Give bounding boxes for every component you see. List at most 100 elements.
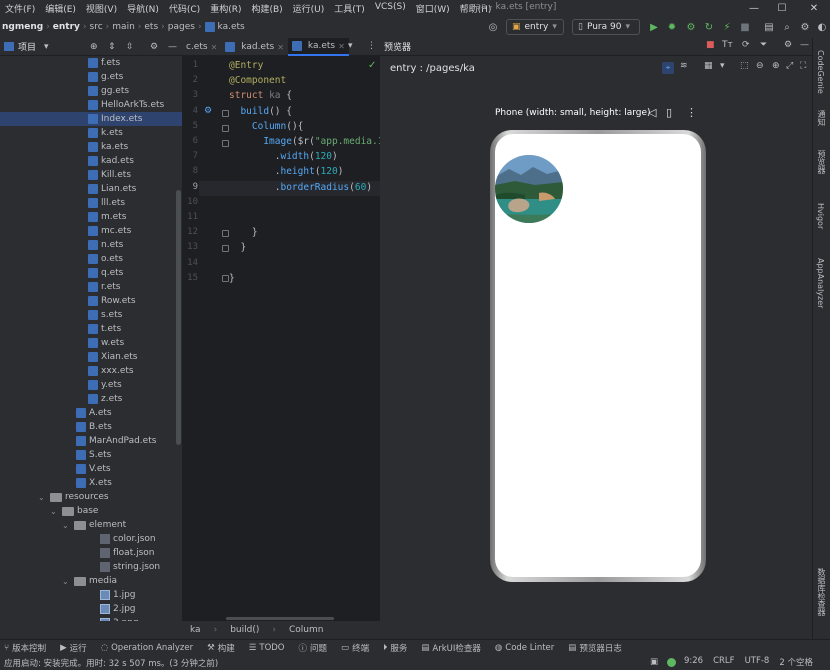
tree-item[interactable]: S.ets <box>0 448 182 462</box>
breadcrumb-item[interactable]: main <box>112 22 135 32</box>
status-ok-icon[interactable] <box>667 658 676 667</box>
tree-item[interactable]: t.ets <box>0 322 182 336</box>
tree-item[interactable]: A.ets <box>0 406 182 420</box>
breadcrumb-item[interactable]: Column <box>289 625 323 635</box>
tree-item[interactable]: color.json <box>0 532 182 546</box>
bottom-tool-button[interactable]: ▭ 终端 <box>341 642 369 654</box>
menu-item[interactable]: 运行(U) <box>288 2 330 15</box>
stop-icon[interactable]: ■ <box>738 20 752 34</box>
code-line[interactable]: } <box>229 227 258 238</box>
tree-item[interactable]: ⌄ media <box>0 574 182 588</box>
text-icon[interactable]: Tт <box>722 40 733 50</box>
grid-icon[interactable]: ▦ <box>704 61 713 71</box>
right-tool-label[interactable]: 通知 <box>816 110 827 126</box>
code-line[interactable]: Image($r("app.media.1 <box>229 136 380 147</box>
settings-icon[interactable]: ⚙ <box>798 20 812 34</box>
status-item[interactable]: UTF-8 <box>745 656 770 668</box>
tree-item[interactable]: 2.jpg <box>0 602 182 616</box>
tree-item[interactable]: mc.ets <box>0 224 182 238</box>
maximize-button[interactable]: ☐ <box>768 0 796 16</box>
bottom-tool-button[interactable]: ◍ Code Linter <box>495 643 554 653</box>
right-tool-label[interactable]: 数据库检查器 <box>816 568 827 616</box>
close-icon[interactable]: ✕ <box>211 43 218 52</box>
tree-item[interactable]: xxx.ets <box>0 364 182 378</box>
right-tool-label[interactable]: Hvigor <box>816 203 825 229</box>
breadcrumb-item[interactable]: ka <box>190 625 201 635</box>
chevron-down-icon[interactable]: ⌄ <box>62 521 72 530</box>
tree-item[interactable]: Row.ets <box>0 294 182 308</box>
status-item[interactable]: 2 个空格 <box>779 656 813 668</box>
tree-item[interactable]: ⌄ element <box>0 518 182 532</box>
menu-item[interactable]: 视图(V) <box>81 2 122 15</box>
tree-item[interactable]: r.ets <box>0 280 182 294</box>
refresh-icon[interactable]: ⟳ <box>742 40 750 50</box>
locate-icon[interactable]: ⊕ <box>90 42 98 52</box>
more-icon[interactable]: ⋮ <box>686 106 697 119</box>
bottom-tool-button[interactable]: ▤ 预览器日志 <box>568 642 622 654</box>
gear-icon[interactable]: ⚙ <box>150 42 158 52</box>
run-gutter-icon[interactable]: ⚙ <box>204 106 212 116</box>
code-line[interactable]: } <box>229 242 246 253</box>
tree-item[interactable]: z.ets <box>0 392 182 406</box>
fold-marker[interactable] <box>222 245 229 252</box>
bottom-tool-button[interactable]: ⓘ 问题 <box>299 642 328 654</box>
tree-item[interactable]: float.json <box>0 546 182 560</box>
tree-item[interactable]: Xian.ets <box>0 350 182 364</box>
tree-item[interactable]: ⌄ base <box>0 504 182 518</box>
bottom-tool-button[interactable]: ▶ 运行 <box>60 642 87 654</box>
collapse-all-icon[interactable]: ⇳ <box>126 42 134 52</box>
tree-item[interactable]: MarAndPad.ets <box>0 434 182 448</box>
tree-item[interactable]: o.ets <box>0 252 182 266</box>
tree-item[interactable]: ⌄ resources <box>0 490 182 504</box>
code-line[interactable]: @Entry <box>229 60 263 71</box>
menu-item[interactable]: 导航(N) <box>122 2 164 15</box>
fold-marker[interactable] <box>222 110 229 117</box>
chevron-down-icon[interactable]: ▾ <box>44 42 49 52</box>
bottom-tool-button[interactable]: ☰ TODO <box>249 643 285 653</box>
bottom-tool-button[interactable]: ▤ ArkUI检查器 <box>421 642 481 654</box>
close-icon[interactable]: ✕ <box>277 43 284 52</box>
tree-item[interactable]: V.ets <box>0 462 182 476</box>
tree-item[interactable]: 3.png <box>0 616 182 621</box>
menu-item[interactable]: 窗口(W) <box>411 2 455 15</box>
bottom-tool-button[interactable]: ⏵ 服务 <box>383 642 407 654</box>
target-icon[interactable]: ◎ <box>486 20 500 34</box>
run-icon[interactable]: ▶ <box>647 20 661 34</box>
menu-item[interactable]: 构建(B) <box>246 2 287 15</box>
code-line[interactable]: build() { <box>229 106 292 117</box>
menu-item[interactable]: VCS(S) <box>370 2 411 15</box>
stop-preview-icon[interactable]: ■ <box>706 40 715 50</box>
expand-all-icon[interactable]: ⇕ <box>108 42 116 52</box>
tree-item[interactable]: s.ets <box>0 308 182 322</box>
fold-marker[interactable] <box>222 140 229 147</box>
hide-icon[interactable]: — <box>800 40 809 50</box>
account-icon[interactable]: ◐ <box>815 20 829 34</box>
tree-item[interactable]: Kill.ets <box>0 168 182 182</box>
run-config-select[interactable]: ▣ entry ▾ <box>506 19 564 35</box>
gear-icon[interactable]: ⚙ <box>784 40 792 50</box>
fold-marker[interactable] <box>222 230 229 237</box>
status-item[interactable]: 9:26 <box>684 656 703 668</box>
search-icon[interactable]: ⌕ <box>780 20 794 34</box>
tree-item[interactable]: gg.ets <box>0 84 182 98</box>
tree-item[interactable]: HelloArkTs.ets <box>0 98 182 112</box>
menu-item[interactable]: 代码(C) <box>164 2 205 15</box>
crop-icon[interactable]: ⬚ <box>740 61 749 71</box>
tree-item[interactable]: Index.ets <box>0 112 182 126</box>
zoom-in-icon[interactable]: ⊕ <box>772 61 780 71</box>
bottom-tool-button[interactable]: ◌ Operation Analyzer <box>101 643 193 653</box>
fullscreen-icon[interactable]: ⛶ <box>800 61 806 71</box>
tree-item[interactable]: X.ets <box>0 476 182 490</box>
chevron-down-icon[interactable]: ▾ <box>348 41 353 51</box>
menu-item[interactable]: 编辑(E) <box>40 2 81 15</box>
code-line[interactable]: struct ka { <box>229 90 292 101</box>
menu-item[interactable]: 重构(R) <box>205 2 246 15</box>
tree-item[interactable]: f.ets <box>0 56 182 70</box>
circular-image[interactable] <box>495 155 563 223</box>
close-icon[interactable]: ✕ <box>338 42 345 51</box>
editor-tab[interactable]: c.ets ✕ <box>182 38 221 56</box>
code-line[interactable]: Column(){ <box>229 121 304 132</box>
tree-item[interactable]: lll.ets <box>0 196 182 210</box>
code-editor[interactable]: 1 @Entry 2 @Component 3 struct ka {4 build() … <box>182 56 380 621</box>
more-icon[interactable]: ⋮ <box>367 41 376 51</box>
